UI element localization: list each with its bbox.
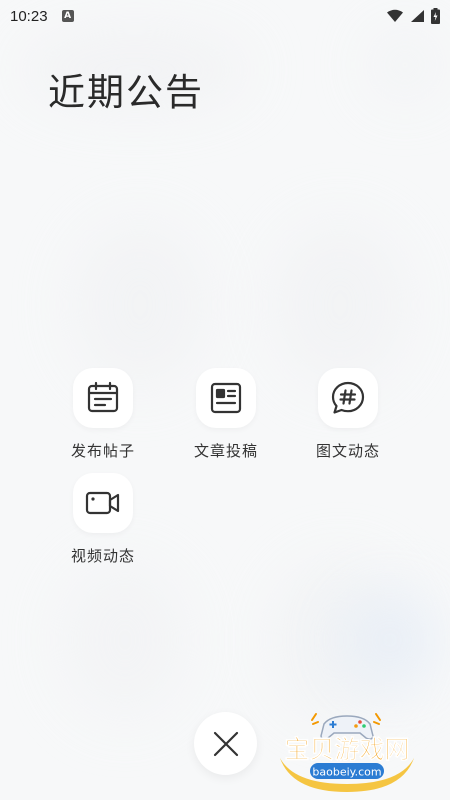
close-button[interactable]	[194, 712, 257, 775]
post-thread-button[interactable]	[73, 368, 133, 428]
image-post-action[interactable]: 图文动态	[293, 368, 403, 461]
video-post-action[interactable]: 视频动态	[48, 473, 158, 566]
background-blob	[370, 30, 440, 100]
status-time: 10:23	[10, 7, 48, 25]
article-submit-button[interactable]	[196, 368, 256, 428]
background-blob	[70, 220, 210, 390]
video-camera-icon	[85, 491, 120, 515]
action-label: 发布帖子	[70, 442, 135, 460]
action-label: 文章投稿	[193, 442, 258, 460]
a-notification-icon: A	[61, 10, 74, 22]
post-thread-action[interactable]: 发布帖子	[48, 368, 158, 461]
background-blob	[60, 560, 190, 720]
battery-charging-icon	[431, 8, 440, 24]
background-blob	[270, 220, 410, 390]
article-submit-action[interactable]: 文章投稿	[171, 368, 281, 461]
status-bar: 10:23 A	[0, 0, 450, 32]
cellular-signal-icon	[411, 10, 424, 22]
wifi-icon	[387, 9, 403, 22]
action-label: 图文动态	[315, 442, 380, 460]
hashtag-bubble-icon	[331, 381, 365, 414]
svg-text:宝贝游戏网: 宝贝游戏网	[284, 735, 409, 764]
status-icons	[386, 8, 440, 24]
post-calendar-icon	[87, 381, 119, 413]
image-post-button[interactable]	[318, 368, 378, 428]
watermark-logo: 宝贝游戏网 baobeiy.com	[272, 700, 422, 795]
background-blob	[340, 590, 440, 690]
close-icon	[213, 731, 238, 756]
page-title: 近期公告	[48, 71, 204, 114]
video-post-button[interactable]	[73, 473, 133, 533]
action-label: 视频动态	[70, 547, 135, 565]
svg-text:baobeiy.com: baobeiy.com	[312, 766, 381, 779]
article-icon	[210, 382, 242, 414]
